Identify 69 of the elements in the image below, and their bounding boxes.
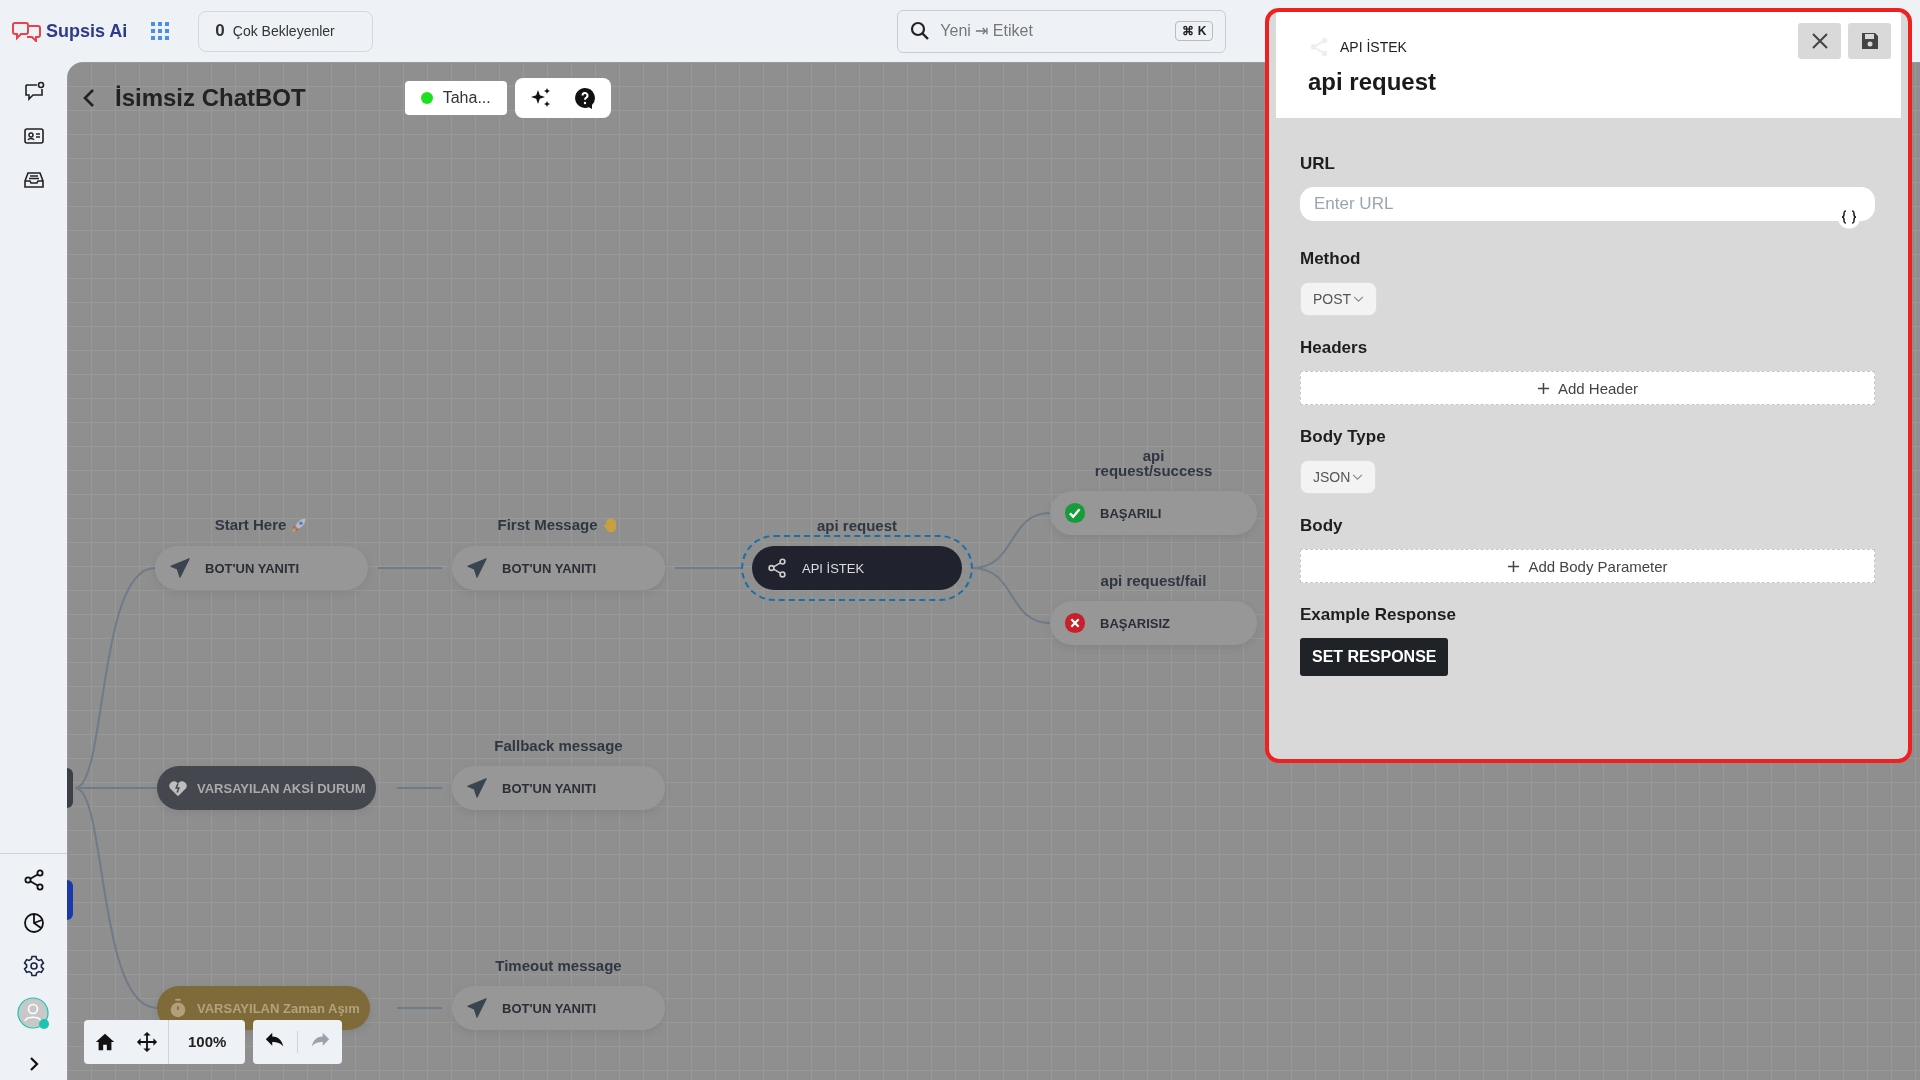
- help-icon[interactable]: [572, 86, 597, 110]
- flow-node[interactable]: BOT'UN YANITI: [452, 986, 665, 1030]
- node-type: API İSTEK: [1340, 39, 1407, 55]
- logo-icon: [12, 20, 42, 42]
- pending-count: 0: [215, 21, 225, 41]
- field-label: Headers: [1300, 338, 1368, 358]
- paper-plane-icon: [466, 777, 488, 799]
- connector-line: [396, 787, 443, 789]
- cross-icon: [1064, 612, 1086, 634]
- paper-plane-icon: [169, 557, 191, 579]
- add-button[interactable]: Add Header: [1300, 371, 1875, 405]
- caret-icon: [1352, 473, 1364, 481]
- expand-icon[interactable]: [27, 1056, 40, 1072]
- field-label: Body Type: [1300, 427, 1386, 447]
- connector-line: [674, 567, 743, 569]
- connector-line: [377, 567, 443, 569]
- check-icon: [1064, 502, 1086, 524]
- url-field[interactable]: Enter URL: [1300, 187, 1875, 221]
- agent-name: Taha...: [442, 89, 491, 107]
- flow-node[interactable]: VARSAYILAN AKSİ DURUM: [157, 766, 376, 810]
- flow-node[interactable]: API İSTEK: [752, 546, 962, 590]
- node-caption: api request: [817, 518, 897, 534]
- field-label: Method: [1300, 249, 1361, 269]
- node-caption: First Message: [497, 517, 598, 533]
- node-caption: api request/fail: [1100, 573, 1207, 589]
- save-button[interactable]: [1848, 23, 1891, 59]
- plus-icon: [1536, 381, 1550, 395]
- pending-counter[interactable]: 0 Çok Bekleyenler: [198, 10, 374, 52]
- field-label: Example Response: [1300, 605, 1456, 625]
- node-caption: api request/success: [1093, 447, 1214, 479]
- paper-plane-icon: [466, 557, 488, 579]
- pie-chart-icon[interactable]: [21, 911, 46, 935]
- pending-label: Çok Bekleyenler: [232, 23, 335, 39]
- flow-node[interactable]: BOT'UN YANITI: [155, 546, 368, 590]
- search-input[interactable]: Yeni ⇥ Etiket: [938, 21, 1168, 41]
- search-icon: [910, 21, 931, 41]
- node-caption: Fallback message: [494, 738, 623, 754]
- flow-node[interactable]: BAŞARISIZ: [1050, 601, 1257, 645]
- node-edge: [67, 880, 73, 920]
- settings-icon[interactable]: [21, 954, 46, 978]
- caret-icon: [1353, 295, 1365, 303]
- close-button[interactable]: [1798, 23, 1841, 59]
- save-icon: [1859, 31, 1880, 51]
- select-dropdown[interactable]: POST: [1300, 282, 1378, 316]
- set-response-button[interactable]: SET RESPONSE: [1300, 638, 1449, 676]
- add-button[interactable]: Add Body Parameter: [1300, 549, 1875, 583]
- search-bar[interactable]: Yeni ⇥ Etiket ⌘ K: [897, 9, 1227, 53]
- close-icon: [1809, 31, 1830, 51]
- node-caption: Start Here: [214, 517, 287, 533]
- agent-status[interactable]: Taha...: [404, 81, 507, 115]
- node-edge: [67, 768, 73, 808]
- field-label: URL: [1300, 154, 1335, 174]
- logo-text: Supsis Ai: [46, 20, 128, 42]
- field-label: Body: [1300, 516, 1343, 536]
- zoom-level[interactable]: 100%: [168, 1020, 246, 1064]
- paper-plane-icon: [466, 997, 488, 1019]
- flow-node[interactable]: BOT'UN YANITI: [452, 766, 665, 810]
- flow-node[interactable]: BOT'UN YANITI: [452, 546, 665, 590]
- apps-grid-icon[interactable]: [151, 22, 170, 40]
- node-caption: Timeout message: [495, 958, 622, 974]
- flow-node[interactable]: BAŞARILI: [1050, 491, 1257, 535]
- share-icon: [766, 557, 788, 579]
- connector-line: [396, 1007, 443, 1009]
- panel-title: api request: [1308, 68, 1438, 96]
- flow-title: İsimsiz ChatBOT: [115, 84, 306, 112]
- shortcut-key: ⌘ K: [1175, 21, 1214, 41]
- back-icon[interactable]: [83, 88, 95, 108]
- plus-icon: [1507, 559, 1521, 573]
- select-dropdown[interactable]: JSON: [1300, 460, 1377, 494]
